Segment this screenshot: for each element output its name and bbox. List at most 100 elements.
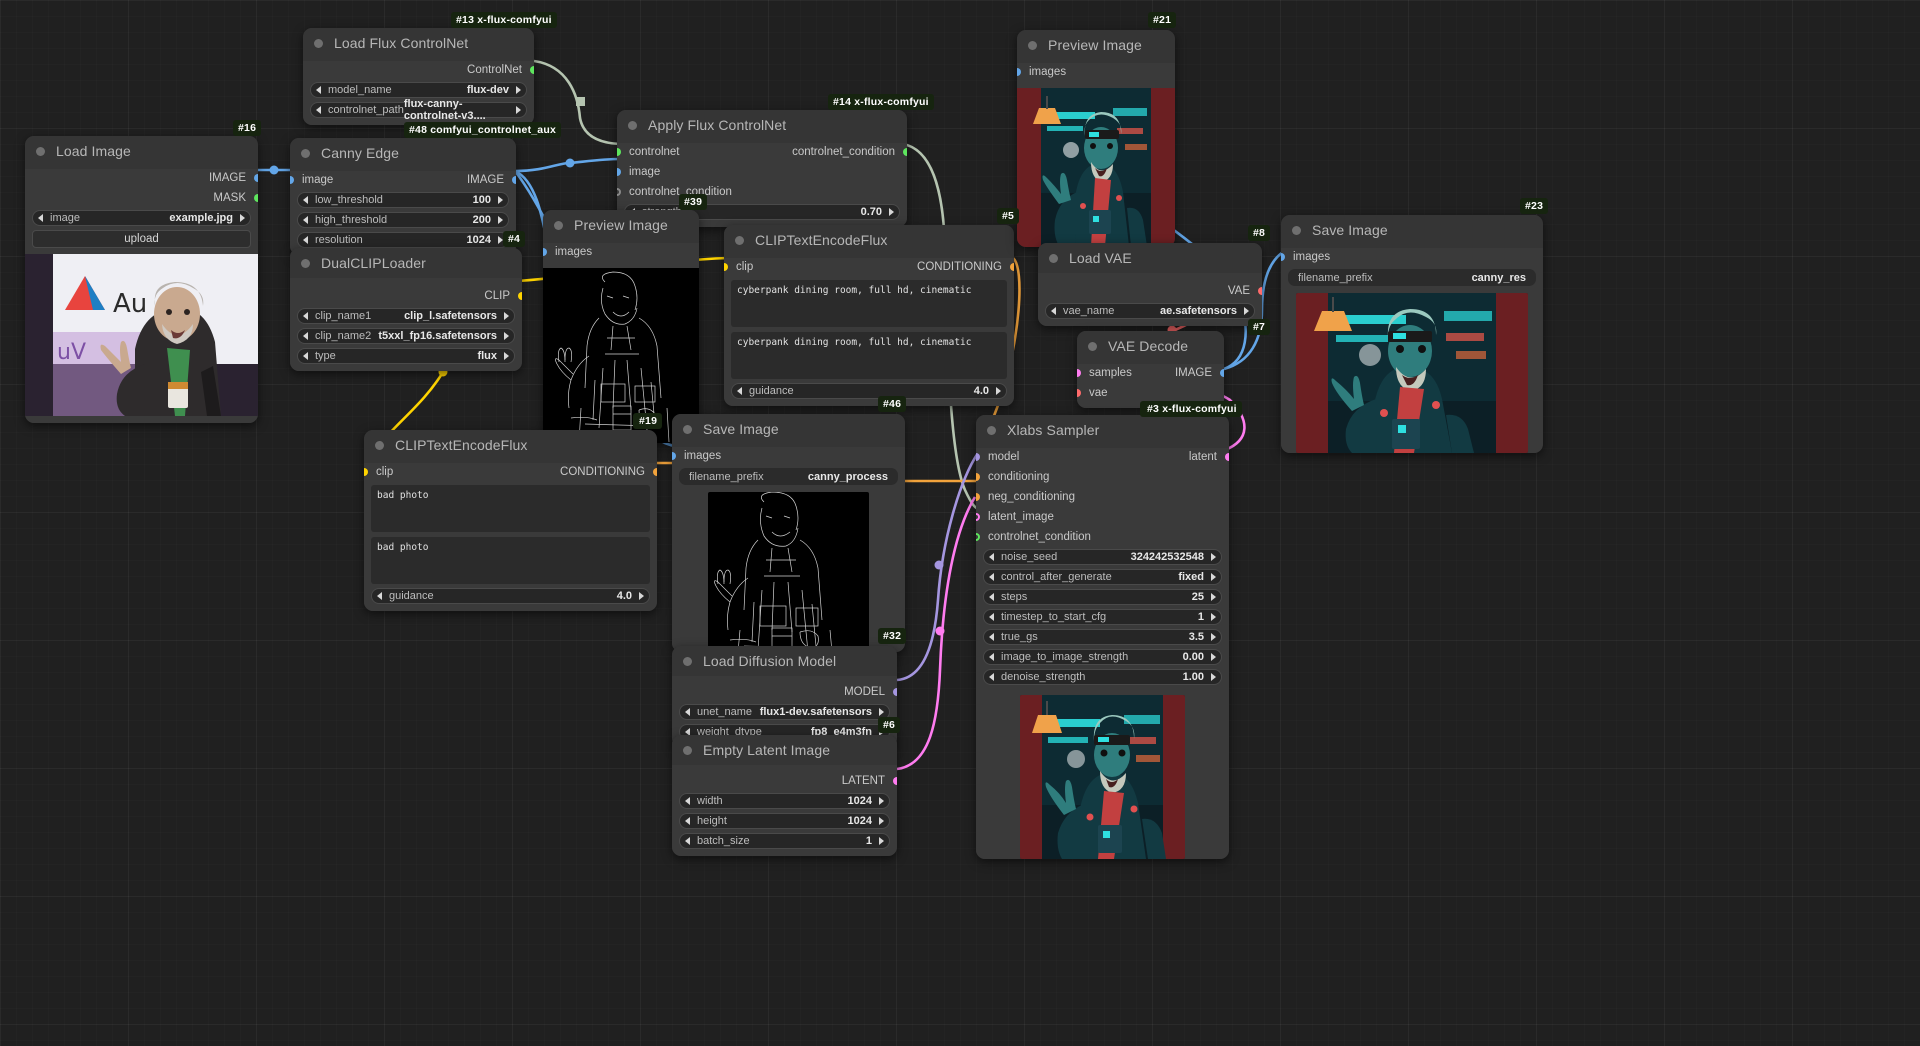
input-slot-vae[interactable]: vae [1077, 384, 1224, 401]
decrement-arrow-icon[interactable] [377, 592, 382, 600]
input-slot-images[interactable]: images [1281, 248, 1543, 265]
increment-arrow-icon[interactable] [498, 196, 503, 204]
output-slot-latent[interactable]: LATENT [672, 772, 897, 789]
output-slot-image[interactable]: IMAGE [467, 174, 516, 186]
slot-dot-icon[interactable] [254, 193, 258, 202]
input-slot-model[interactable]: model [976, 451, 1019, 463]
node-load-diffusion-model[interactable]: Load Diffusion Model MODEL unet_name flu… [672, 646, 897, 747]
decrement-arrow-icon[interactable] [303, 236, 308, 244]
slot-dot-icon[interactable] [364, 467, 368, 476]
widget-low-threshold[interactable]: low_threshold 100 [297, 192, 509, 208]
collapse-dot-icon[interactable] [36, 146, 45, 156]
increment-arrow-icon[interactable] [516, 106, 521, 114]
increment-arrow-icon[interactable] [889, 208, 894, 216]
increment-arrow-icon[interactable] [498, 216, 503, 224]
upload-button[interactable]: upload [32, 230, 251, 248]
decrement-arrow-icon[interactable] [685, 837, 690, 845]
slot-dot-icon[interactable] [530, 65, 534, 74]
output-slot-latent[interactable]: latent [1189, 451, 1229, 463]
slot-dot-icon[interactable] [1225, 452, 1229, 461]
increment-arrow-icon[interactable] [504, 312, 509, 320]
node-load-flux-controlnet[interactable]: Load Flux ControlNet ControlNet model_na… [303, 28, 534, 125]
node-clip-text-encode-positive[interactable]: CLIPTextEncodeFlux clip CONDITIONING cyb… [724, 225, 1014, 406]
io-slot-row[interactable]: clip CONDITIONING [724, 258, 1014, 275]
slot-dot-icon[interactable] [893, 687, 897, 696]
input-slot-images[interactable]: images [1017, 63, 1175, 80]
increment-arrow-icon[interactable] [879, 708, 884, 716]
collapse-dot-icon[interactable] [683, 656, 692, 666]
widget-height[interactable]: height 1024 [679, 813, 890, 829]
widget-noise-seed[interactable]: noise_seed 324242532548 [983, 549, 1222, 565]
collapse-dot-icon[interactable] [1292, 225, 1301, 235]
increment-arrow-icon[interactable] [879, 837, 884, 845]
slot-dot-icon[interactable] [543, 247, 547, 256]
slot-dot-icon[interactable] [1077, 388, 1081, 397]
output-slot-image[interactable]: IMAGE [1175, 367, 1224, 379]
node-save-image-canny-process[interactable]: Save Image images filename_prefix canny_… [672, 414, 905, 652]
decrement-arrow-icon[interactable] [685, 708, 690, 716]
increment-arrow-icon[interactable] [1211, 613, 1216, 621]
slot-dot-icon[interactable] [1281, 252, 1285, 261]
node-xlabs-sampler[interactable]: Xlabs Sampler model latent conditioning … [976, 415, 1229, 859]
input-slot-clip[interactable]: clip [724, 261, 753, 273]
decrement-arrow-icon[interactable] [303, 196, 308, 204]
widget-vae-name[interactable]: vae_name ae.safetensors [1045, 303, 1255, 319]
decrement-arrow-icon[interactable] [316, 106, 321, 114]
increment-arrow-icon[interactable] [1211, 633, 1216, 641]
slot-dot-icon[interactable] [1017, 67, 1021, 76]
decrement-arrow-icon[interactable] [737, 387, 742, 395]
slot-dot-icon[interactable] [254, 173, 258, 182]
slot-dot-icon[interactable] [724, 262, 728, 271]
output-slot-controlnet[interactable]: ControlNet [303, 61, 534, 78]
increment-arrow-icon[interactable] [1211, 593, 1216, 601]
slot-dot-icon[interactable] [976, 532, 980, 541]
increment-arrow-icon[interactable] [1244, 307, 1249, 315]
slot-dot-icon[interactable] [617, 187, 621, 196]
slot-dot-icon[interactable] [1220, 368, 1224, 377]
increment-arrow-icon[interactable] [504, 332, 509, 340]
input-slot-conditioning[interactable]: conditioning [976, 468, 1229, 485]
decrement-arrow-icon[interactable] [38, 214, 43, 222]
io-slot-row[interactable]: controlnet controlnet_condition [617, 143, 907, 160]
decrement-arrow-icon[interactable] [685, 797, 690, 805]
collapse-dot-icon[interactable] [1088, 341, 1097, 351]
collapse-dot-icon[interactable] [987, 425, 996, 435]
io-slot-row[interactable]: samples IMAGE [1077, 364, 1224, 381]
widget-clip-name1[interactable]: clip_name1 clip_l.safetensors [297, 308, 515, 324]
collapse-dot-icon[interactable] [375, 440, 384, 450]
decrement-arrow-icon[interactable] [1051, 307, 1056, 315]
slot-dot-icon[interactable] [512, 175, 516, 184]
widget-filename-prefix[interactable]: filename_prefix canny_res [1288, 269, 1536, 286]
widget-guidance[interactable]: guidance 4.0 [731, 383, 1007, 399]
slot-dot-icon[interactable] [617, 167, 621, 176]
input-slot-samples[interactable]: samples [1077, 367, 1132, 379]
decrement-arrow-icon[interactable] [989, 593, 994, 601]
io-slot-row[interactable]: model latent [976, 448, 1229, 465]
widget-high-threshold[interactable]: high_threshold 200 [297, 212, 509, 228]
collapse-dot-icon[interactable] [683, 745, 692, 755]
output-slot-conditioning[interactable]: CONDITIONING [560, 466, 657, 478]
collapse-dot-icon[interactable] [1049, 253, 1058, 263]
increment-arrow-icon[interactable] [1211, 653, 1216, 661]
collapse-dot-icon[interactable] [554, 220, 563, 230]
slot-dot-icon[interactable] [672, 451, 676, 460]
slot-dot-icon[interactable] [903, 147, 907, 156]
decrement-arrow-icon[interactable] [989, 673, 994, 681]
prompt-textarea-clip-l[interactable]: bad photo [371, 485, 650, 532]
slot-dot-icon[interactable] [976, 472, 980, 481]
collapse-dot-icon[interactable] [1028, 40, 1037, 50]
widget-filename-prefix[interactable]: filename_prefix canny_process [679, 468, 898, 485]
output-slot-controlnet-condition[interactable]: controlnet_condition [792, 146, 907, 158]
increment-arrow-icon[interactable] [879, 797, 884, 805]
increment-arrow-icon[interactable] [639, 592, 644, 600]
slot-dot-icon[interactable] [976, 512, 980, 521]
input-slot-images[interactable]: images [543, 243, 699, 260]
slot-dot-icon[interactable] [617, 147, 621, 156]
collapse-dot-icon[interactable] [301, 148, 310, 158]
slot-dot-icon[interactable] [1077, 368, 1081, 377]
widget-timestep-to-start-cfg[interactable]: timestep_to_start_cfg 1 [983, 609, 1222, 625]
collapse-dot-icon[interactable] [314, 38, 323, 48]
decrement-arrow-icon[interactable] [316, 86, 321, 94]
increment-arrow-icon[interactable] [1211, 573, 1216, 581]
decrement-arrow-icon[interactable] [989, 653, 994, 661]
